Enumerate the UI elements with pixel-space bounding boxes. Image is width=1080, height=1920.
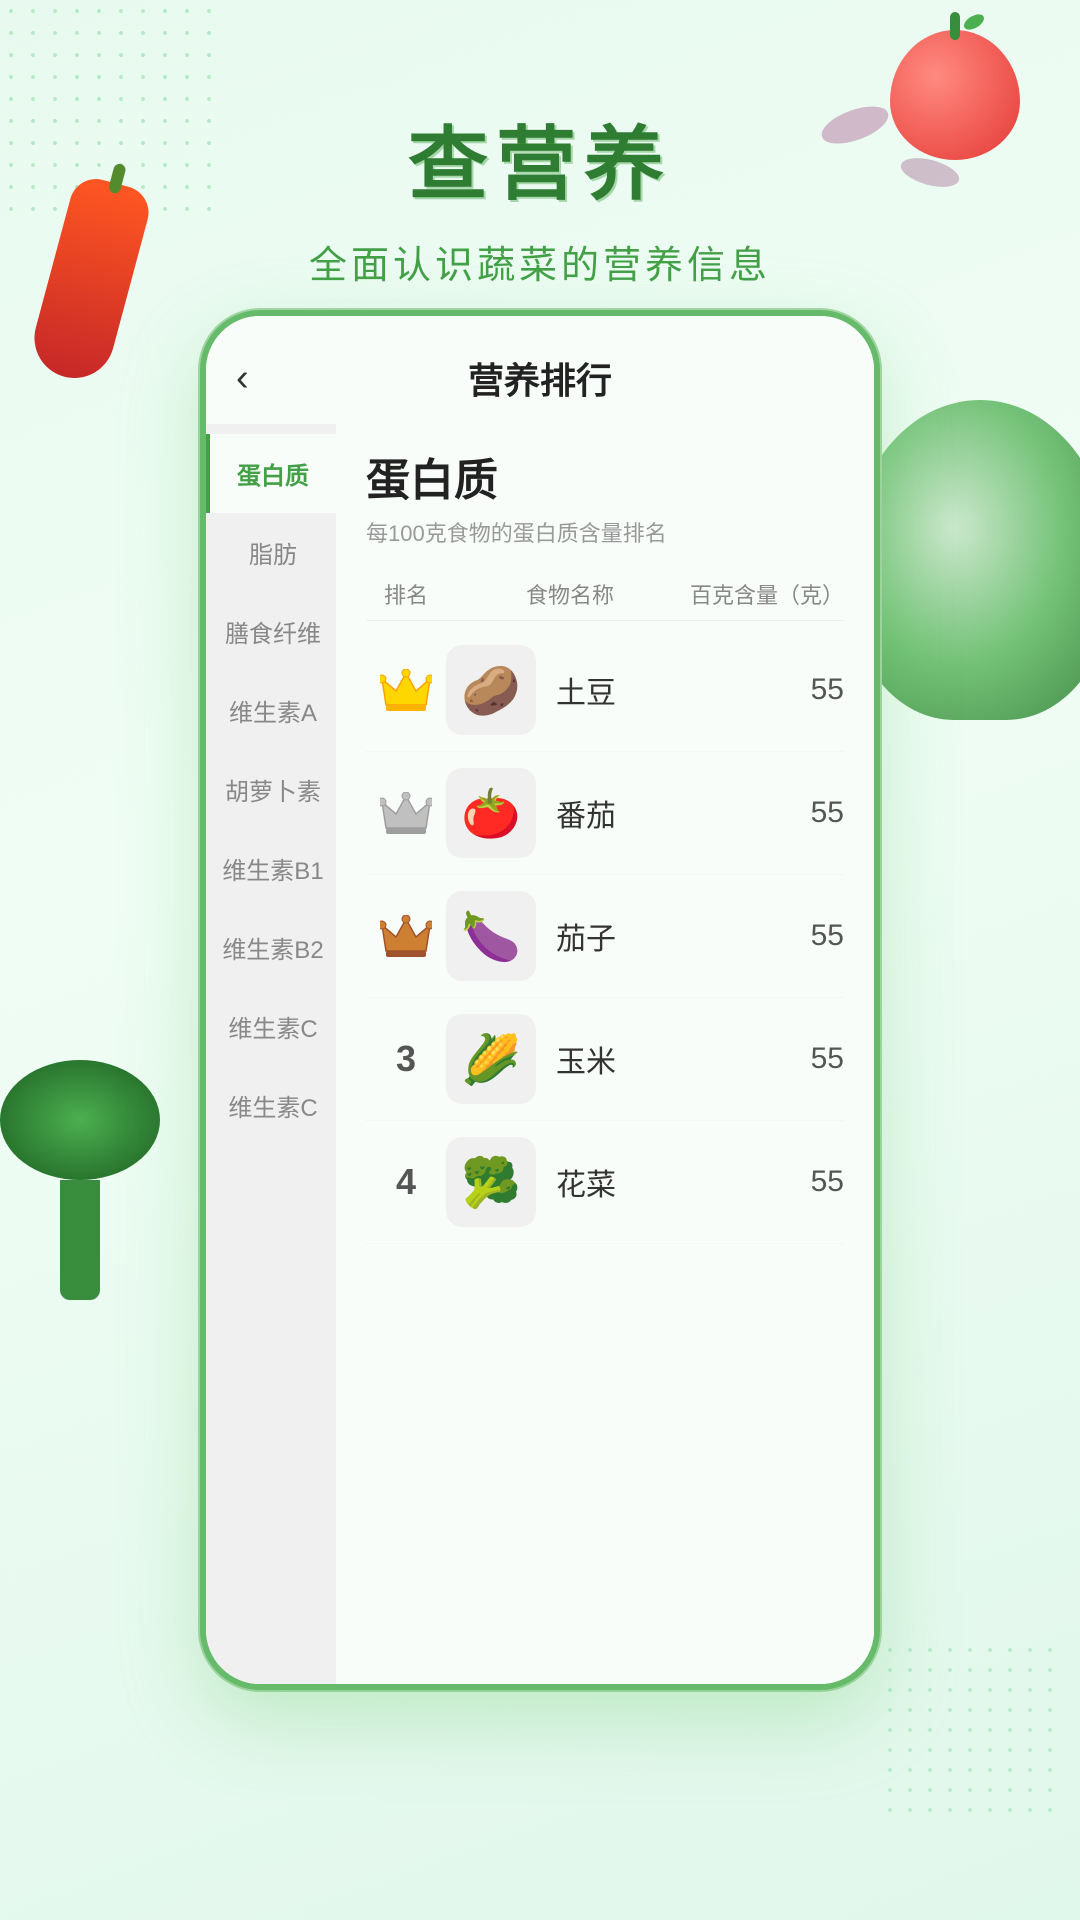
food-row-corn: 3 🌽 玉米 55 bbox=[366, 998, 844, 1121]
food-row-broccoli: 4 🥦 花菜 55 bbox=[366, 1121, 844, 1244]
food-value-corn: 55 bbox=[784, 1042, 844, 1076]
rank-number-3: 3 bbox=[396, 1038, 416, 1080]
sidebar-item-dietary-fiber[interactable]: 膳食纤维 bbox=[206, 592, 336, 671]
deco-cabbage bbox=[850, 400, 1080, 720]
food-row-tomato: 🍅 番茄 55 bbox=[366, 752, 844, 875]
sidebar-item-fat[interactable]: 脂肪 bbox=[206, 513, 336, 592]
phone-mockup: ‹ 营养排行 蛋白质 脂肪 膳食纤维 维生素A 胡萝卜素 维生素B1 维生素B2… bbox=[200, 310, 880, 1690]
table-header: 排名 食物名称 百克含量（克） bbox=[366, 568, 844, 621]
bronze-crown-icon bbox=[380, 915, 432, 957]
food-value-tomato: 55 bbox=[784, 796, 844, 830]
sidebar: 蛋白质 脂肪 膳食纤维 维生素A 胡萝卜素 维生素B1 维生素B2 维生素C 维… bbox=[206, 424, 336, 1684]
rank-cell-3 bbox=[366, 915, 446, 957]
gold-crown-icon bbox=[380, 669, 432, 711]
food-value-eggplant: 55 bbox=[784, 919, 844, 953]
sidebar-item-vitamin-b1[interactable]: 维生素B1 bbox=[206, 829, 336, 908]
page-title: 营养排行 bbox=[468, 352, 612, 404]
col-header-value: 百克含量（克） bbox=[684, 578, 844, 610]
sidebar-item-protein[interactable]: 蛋白质 bbox=[206, 434, 336, 513]
food-image-potato: 🥔 bbox=[446, 645, 536, 735]
food-name-broccoli: 花菜 bbox=[556, 1160, 784, 1204]
food-value-potato: 55 bbox=[784, 673, 844, 707]
top-bar: ‹ 营养排行 bbox=[206, 316, 874, 424]
food-name-tomato: 番茄 bbox=[556, 791, 784, 835]
header: 查营养 全面认识蔬菜的营养信息 bbox=[0, 0, 1080, 289]
food-image-broccoli: 🥦 bbox=[446, 1137, 536, 1227]
sidebar-item-carotene[interactable]: 胡萝卜素 bbox=[206, 750, 336, 829]
header-title: 查营养 bbox=[0, 100, 1080, 216]
rank-cell-2 bbox=[366, 792, 446, 834]
rank-cell-5: 4 bbox=[366, 1161, 446, 1203]
food-name-eggplant: 茄子 bbox=[556, 914, 784, 958]
rank-number-4: 4 bbox=[396, 1161, 416, 1203]
rank-cell-4: 3 bbox=[366, 1038, 446, 1080]
back-button[interactable]: ‹ bbox=[236, 357, 249, 400]
sidebar-item-vitamin-c2[interactable]: 维生素C bbox=[206, 1066, 336, 1145]
sidebar-item-vitamin-c1[interactable]: 维生素C bbox=[206, 987, 336, 1066]
food-image-tomato: 🍅 bbox=[446, 768, 536, 858]
header-subtitle: 全面认识蔬菜的营养信息 bbox=[0, 234, 1080, 289]
food-row-potato: 🥔 土豆 55 bbox=[366, 629, 844, 752]
silver-crown-icon bbox=[380, 792, 432, 834]
sidebar-item-vitamin-a[interactable]: 维生素A bbox=[206, 671, 336, 750]
food-value-broccoli: 55 bbox=[784, 1165, 844, 1199]
nutrient-title: 蛋白质 bbox=[366, 444, 844, 508]
rank-cell-1 bbox=[366, 669, 446, 711]
food-name-corn: 玉米 bbox=[556, 1037, 784, 1081]
food-name-potato: 土豆 bbox=[556, 668, 784, 712]
food-image-corn: 🌽 bbox=[446, 1014, 536, 1104]
content-panel: 蛋白质 每100克食物的蛋白质含量排名 排名 食物名称 百克含量（克） bbox=[336, 424, 874, 1684]
col-header-name: 食物名称 bbox=[446, 578, 684, 610]
food-image-eggplant: 🍆 bbox=[446, 891, 536, 981]
bg-dots-bottomright bbox=[880, 1640, 1060, 1820]
nutrient-description: 每100克食物的蛋白质含量排名 bbox=[366, 516, 844, 548]
app-content: ‹ 营养排行 蛋白质 脂肪 膳食纤维 维生素A 胡萝卜素 维生素B1 维生素B2… bbox=[206, 316, 874, 1684]
sidebar-item-vitamin-b2[interactable]: 维生素B2 bbox=[206, 908, 336, 987]
food-row-eggplant: 🍆 茄子 55 bbox=[366, 875, 844, 998]
deco-broccoli bbox=[0, 1060, 180, 1340]
col-header-rank: 排名 bbox=[366, 578, 446, 610]
main-body: 蛋白质 脂肪 膳食纤维 维生素A 胡萝卜素 维生素B1 维生素B2 维生素C 维… bbox=[206, 424, 874, 1684]
